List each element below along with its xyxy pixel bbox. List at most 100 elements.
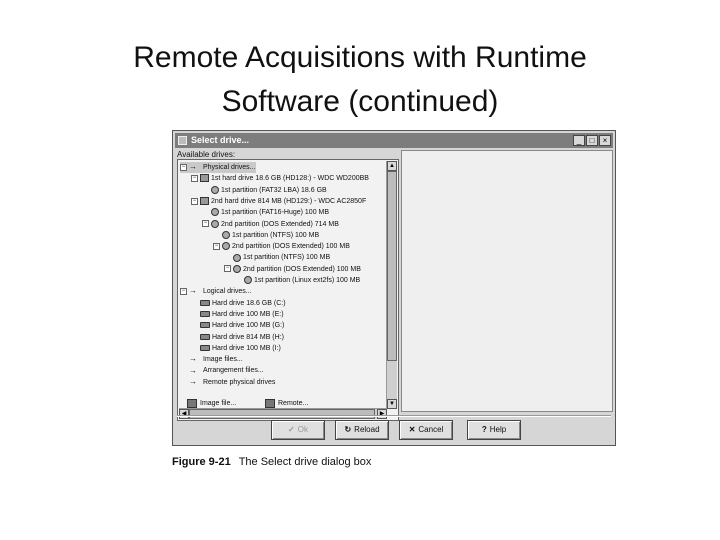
partition-icon xyxy=(233,253,241,262)
tree-item[interactable]: 1st partition (Linux ext2fs) 100 MB xyxy=(235,275,360,286)
cancel-button[interactable]: ✕ Cancel xyxy=(399,420,453,440)
reload-icon: ↻ xyxy=(344,425,352,434)
tree-item-label: Hard drive 100 MB (G:) xyxy=(212,322,285,330)
reload-button[interactable]: ↻ Reload xyxy=(335,420,389,440)
collapse-toggle-icon[interactable]: − xyxy=(191,174,198,182)
figure-number: Figure 9-21 xyxy=(172,456,231,468)
tree-item[interactable]: 1st partition (NTFS) 100 MB xyxy=(213,230,319,241)
tree-item[interactable]: → Image files... xyxy=(180,354,243,365)
help-icon: ? xyxy=(481,425,487,434)
tree-item-label: Hard drive 814 MB (H:) xyxy=(212,333,284,341)
tree-item-label: Remote physical drives xyxy=(203,378,276,386)
scroll-thumb[interactable] xyxy=(387,171,397,361)
dialog-title: Select drive... xyxy=(191,135,250,145)
partition-icon xyxy=(244,276,252,285)
maximize-button[interactable]: □ xyxy=(586,135,598,146)
tree-item-label: Logical drives... xyxy=(203,288,252,296)
arrow-icon: → xyxy=(189,376,197,386)
slide-title-line2: Software (continued) xyxy=(221,85,499,118)
scroll-down-arrow-icon[interactable]: ▼ xyxy=(387,399,397,409)
checkmark-icon: ✓ xyxy=(288,425,295,434)
remote-label: Remote... xyxy=(278,400,309,407)
tree-item-label: 2nd hard drive 814 MB (HD129:) - WDC AC2… xyxy=(211,197,367,205)
image-file-button[interactable]: Image file... xyxy=(187,397,236,410)
tree-item-label: 1st partition (FAT32 LBA) 18.6 GB xyxy=(221,186,327,194)
ok-button[interactable]: ✓ Ok xyxy=(271,420,325,440)
partition-icon xyxy=(222,230,230,239)
partition-icon xyxy=(233,264,241,273)
tree-item[interactable]: − 1st hard drive 18.6 GB (HD128:) - WDC W… xyxy=(191,173,369,184)
tree-item[interactable]: Hard drive 100 MB (E:) xyxy=(191,309,284,320)
tree-item-label: 1st hard drive 18.6 GB (HD128:) - WDC WD… xyxy=(211,175,369,183)
tree-item[interactable]: − → Physical drives... xyxy=(180,162,256,173)
tree-item-label: 2nd partition (DOS Extended) 100 MB xyxy=(243,265,361,273)
scroll-left-arrow-icon[interactable]: ◀ xyxy=(179,409,189,419)
tree-item[interactable]: 1st partition (FAT16-Huge) 100 MB xyxy=(202,207,329,218)
app-icon xyxy=(178,136,187,145)
figure-caption: Figure 9-21 The Select drive dialog box xyxy=(172,456,371,468)
tree-item-label: 2nd partition (DOS Extended) 714 MB xyxy=(221,220,339,228)
tree-item[interactable]: Hard drive 100 MB (I:) xyxy=(191,343,281,354)
tree-item[interactable]: − 2nd partition (DOS Extended) 100 MB xyxy=(213,241,350,252)
tree-item-label: Hard drive 18.6 GB (C:) xyxy=(212,299,286,307)
collapse-toggle-icon[interactable]: − xyxy=(224,265,231,273)
collapse-toggle-icon[interactable]: − xyxy=(180,287,187,295)
drive-icon xyxy=(200,311,210,318)
tree-item[interactable]: − 2nd partition (DOS Extended) 714 MB xyxy=(202,219,339,230)
tree-item-label: Hard drive 100 MB (E:) xyxy=(212,310,284,318)
partition-icon xyxy=(222,242,230,251)
tree-item[interactable]: 1st partition (NTFS) 100 MB xyxy=(224,252,330,263)
tree-item-label: 1st partition (NTFS) 100 MB xyxy=(243,254,331,262)
arrow-icon: → xyxy=(189,354,197,364)
partition-icon xyxy=(211,219,219,228)
figure-caption-text: The Select drive dialog box xyxy=(238,456,372,468)
horizontal-scroll-thumb[interactable] xyxy=(189,409,375,419)
hard-drive-icon xyxy=(200,197,209,206)
tree-item-label: 1st partition (Linux ext2fs) 100 MB xyxy=(254,277,361,284)
drive-icon xyxy=(200,299,210,306)
collapse-toggle-icon[interactable]: − xyxy=(202,220,209,228)
image-file-label: Image file... xyxy=(200,400,237,407)
available-drives-label: Available drives: xyxy=(177,150,236,159)
arrow-icon: → xyxy=(189,365,197,375)
tree-item[interactable]: − 2nd partition (DOS Extended) 100 MB xyxy=(224,264,361,275)
minimize-button[interactable]: _ xyxy=(573,135,585,146)
tree-item[interactable]: Hard drive 100 MB (G:) xyxy=(191,320,284,331)
window-buttons: _ □ × xyxy=(572,135,611,146)
collapse-toggle-icon[interactable]: − xyxy=(180,163,187,171)
tree-item[interactable]: → Remote physical drives xyxy=(180,377,275,388)
slide-title-line1: Remote Acquisitions with Runtime xyxy=(133,41,587,74)
drive-icon xyxy=(200,344,210,351)
slide-title: Remote Acquisitions with Runtime Softwar… xyxy=(40,36,680,124)
cancel-label: Cancel xyxy=(418,425,444,434)
collapse-toggle-icon[interactable]: − xyxy=(213,242,220,250)
scroll-right-arrow-icon[interactable]: ▶ xyxy=(377,409,387,419)
tree-item-label: 2nd partition (DOS Extended) 100 MB xyxy=(232,243,350,251)
reload-label: Reload xyxy=(354,425,380,434)
tree-item-label: 1st partition (NTFS) 100 MB xyxy=(232,231,320,239)
dialog-titlebar[interactable]: Select drive... _ □ × xyxy=(175,133,613,148)
tree-item-label: Arrangement files... xyxy=(203,367,264,375)
help-button[interactable]: ? Help xyxy=(467,420,521,440)
collapse-toggle-icon[interactable]: − xyxy=(191,197,198,205)
drive-tree[interactable]: − → Physical drives... −1st hard drive 18.6… xyxy=(177,159,399,421)
select-drive-dialog: Select drive... _ □ × Available drives: − →… xyxy=(172,130,616,446)
tree-item[interactable]: − → Logical drives... xyxy=(180,286,252,297)
tree-item[interactable]: 1st partition (FAT32 LBA) 18.6 GB xyxy=(202,185,327,196)
drive-icon xyxy=(200,333,210,340)
drive-icon xyxy=(200,322,210,329)
remote-button[interactable]: Remote... xyxy=(265,397,308,410)
tree-vertical-scrollbar[interactable]: ▲ ▼ xyxy=(386,161,397,409)
tree-item[interactable]: Hard drive 18.6 GB (C:) xyxy=(191,298,286,309)
close-button[interactable]: × xyxy=(599,135,611,146)
scroll-up-arrow-icon[interactable]: ▲ xyxy=(387,161,397,171)
tree-item[interactable]: → Arrangement files... xyxy=(180,365,264,376)
tree-item-label: 1st partition (FAT16-Huge) 100 MB xyxy=(221,209,330,217)
help-label: Help xyxy=(489,425,507,434)
image-file-icon xyxy=(187,398,197,408)
tree-item[interactable]: Hard drive 814 MB (H:) xyxy=(191,332,284,343)
tree-item[interactable]: − 2nd hard drive 814 MB (HD129:) - WDC AC… xyxy=(191,196,366,207)
hard-drive-icon xyxy=(200,174,209,183)
partition-icon xyxy=(211,185,219,194)
ok-label: Ok xyxy=(297,425,308,434)
